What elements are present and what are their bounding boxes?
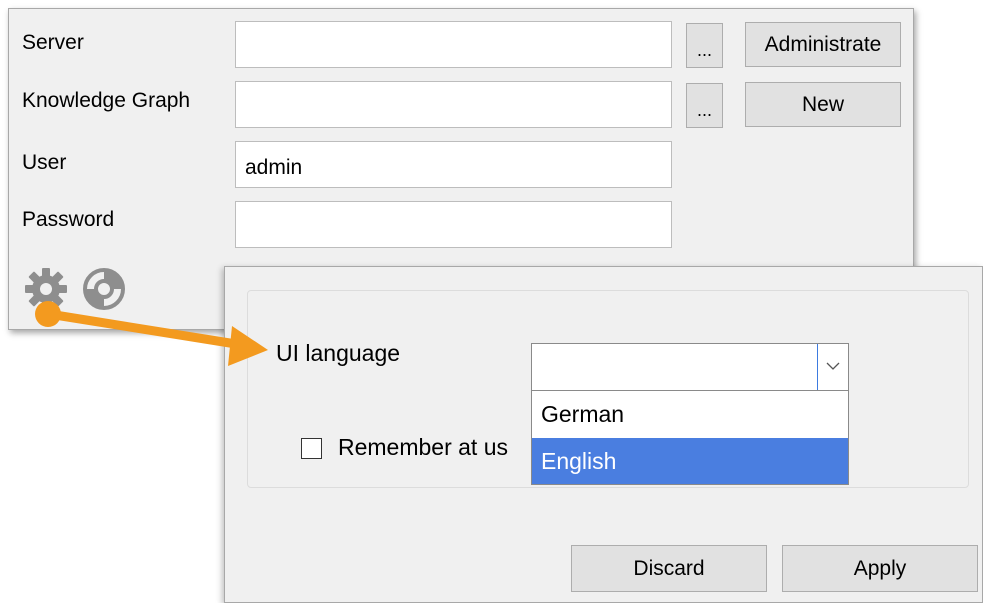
callout-arrow bbox=[35, 301, 268, 366]
arrow-head bbox=[228, 326, 268, 366]
arrow-shaft bbox=[50, 310, 241, 349]
